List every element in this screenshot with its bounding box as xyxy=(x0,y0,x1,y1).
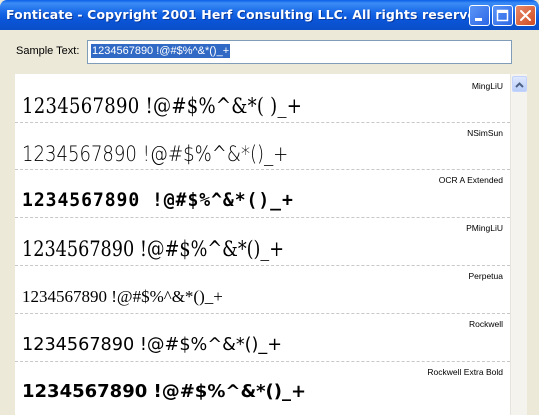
font-name-label: Rockwell xyxy=(468,319,503,329)
sample-text-input[interactable]: 1234567890 !@#$%^&*()_+ xyxy=(87,40,512,64)
minimize-button[interactable] xyxy=(469,5,490,26)
font-item-perpetua[interactable]: Perpetua 1234567890 !@#$%^&*()_+ xyxy=(15,265,510,314)
font-sample-text: 1234567890 !@#$%^&*()_+ xyxy=(22,287,223,306)
maximize-button[interactable] xyxy=(492,5,513,26)
font-name-label: PMingLiU xyxy=(466,223,503,233)
font-sample-text: 1234567890 !@#$%^&*()_+ xyxy=(22,142,289,166)
font-sample-text: 1234567890 !@#$%^&*()_+ xyxy=(22,189,294,211)
sample-text-label: Sample Text: xyxy=(16,45,80,57)
close-icon xyxy=(520,10,531,21)
fonticate-window: Fonticate - Copyright 2001 Herf Consulti… xyxy=(0,0,539,415)
close-button[interactable] xyxy=(515,5,536,26)
font-item-ocr-a-extended[interactable]: OCR A Extended 1234567890 !@#$%^&*()_+ xyxy=(15,169,510,218)
sample-text-row: Sample Text: 1234567890 !@#$%^&*()_+ xyxy=(0,30,539,72)
font-sample-text: 1234567890 !@#$%^&*()_+ xyxy=(22,381,307,402)
font-name-label: NSimSun xyxy=(467,128,503,138)
minimize-icon xyxy=(475,18,482,21)
window-border xyxy=(527,74,539,415)
font-preview-list[interactable]: MingLiU 1234567890 !@#$%^&*( )_+ NSimSun… xyxy=(15,74,510,415)
font-name-label: Perpetua xyxy=(468,271,504,281)
font-name-label: Rockwell Extra Bold xyxy=(427,367,503,377)
sample-text-value: 1234567890 !@#$%^&*()_+ xyxy=(91,44,231,58)
scroll-up-button[interactable] xyxy=(512,76,527,92)
font-name-label: MingLiU xyxy=(471,81,503,91)
font-item-mingliu[interactable]: MingLiU 1234567890 !@#$%^&*( )_+ xyxy=(15,74,510,123)
font-item-nsimsun[interactable]: NSimSun 1234567890 !@#$%^&*()_+ xyxy=(15,122,510,170)
scroll-up-arrow-icon xyxy=(515,82,524,88)
vertical-scrollbar[interactable] xyxy=(510,74,528,415)
font-sample-text: 1234567890 !@#$%^&*()_+ xyxy=(22,334,283,355)
font-item-rockwell-extra-bold[interactable]: Rockwell Extra Bold 1234567890 !@#$%^&*(… xyxy=(15,361,510,415)
title-bar[interactable]: Fonticate - Copyright 2001 Herf Consulti… xyxy=(0,0,539,30)
maximize-icon xyxy=(496,9,509,22)
font-item-rockwell[interactable]: Rockwell 1234567890 !@#$%^&*()_+ xyxy=(15,313,510,362)
font-sample-text: 1234567890 !@#$%^&*( )_+ xyxy=(22,94,303,118)
font-sample-text: 1234567890 !@#$%^&*()_+ xyxy=(22,237,285,261)
window-title: Fonticate - Copyright 2001 Herf Consulti… xyxy=(6,7,490,22)
font-item-pmingliu[interactable]: PMingLiU 1234567890 !@#$%^&*()_+ xyxy=(15,217,510,266)
font-name-label: OCR A Extended xyxy=(438,175,503,185)
